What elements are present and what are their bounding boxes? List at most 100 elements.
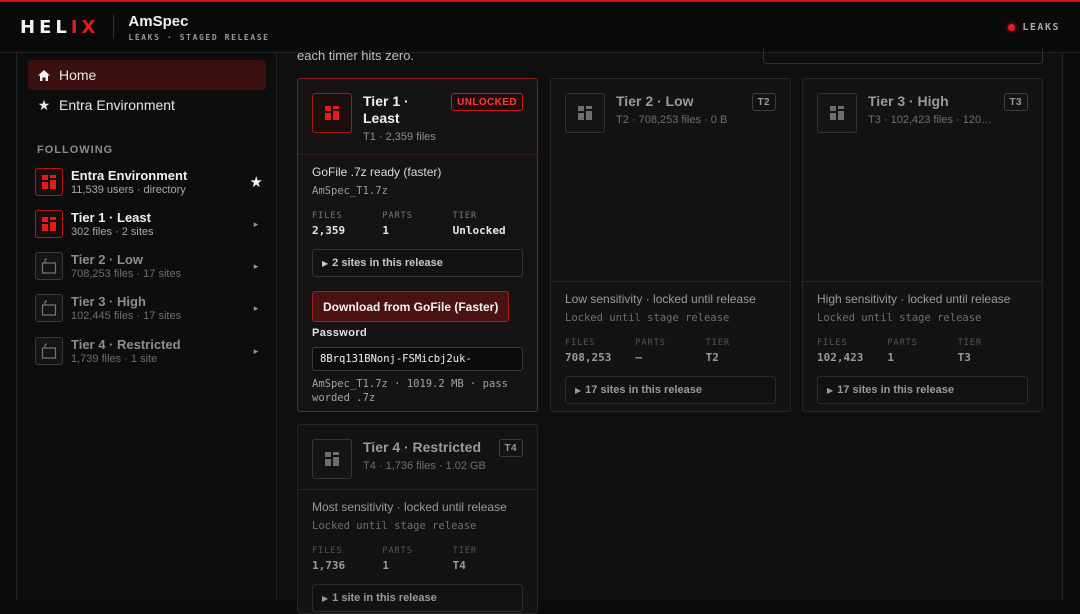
nav-home-label: Home — [59, 67, 97, 83]
password-field[interactable]: 8Brq131BNonj-FSMicbj2uk- — [312, 347, 523, 371]
lock-icon — [35, 337, 63, 365]
stat-label: FILES — [312, 546, 343, 556]
following-name: Tier 1 · Least — [71, 210, 151, 225]
card-stats: FILES 2,359 PARTS 1 TIER Unlocked — [312, 211, 523, 237]
card-description: High sensitivity · locked until release — [817, 292, 1011, 306]
following-sub: 11,539 users · directory — [71, 184, 186, 196]
card-stats: FILES 1,736 PARTS 1 TIER T4 — [312, 546, 523, 572]
status-badge: UNLOCKED — [451, 93, 523, 111]
home-icon — [36, 69, 52, 82]
sidebar: Home ★ Entra Environment FOLLOWING Entra… — [16, 53, 277, 600]
stat-files: 1,736 — [312, 559, 346, 572]
tier-card-4[interactable]: Tier 4 · Restricted T4 · 1,736 files · 1… — [297, 424, 538, 614]
following-name: Tier 2 · Low — [71, 252, 143, 267]
card-header: Tier 3 · High T3 · 102,423 files · 120… … — [803, 79, 1042, 133]
tier-badge: T3 — [1003, 93, 1028, 111]
pinned-star-icon[interactable]: ★ — [250, 173, 263, 191]
tier-badge: T2 — [751, 93, 776, 111]
following-name: Tier 4 · Restricted — [71, 337, 181, 352]
stat-label: FILES — [817, 338, 848, 348]
logo-text-accent: IX — [70, 16, 100, 38]
stat-files: 102,423 — [817, 351, 864, 364]
lock-icon — [35, 294, 63, 322]
grid-icon — [817, 93, 857, 133]
leaks-status[interactable]: LEAKS — [1008, 22, 1060, 33]
archive-note-line: AmSpec_T1.7z · 1019.2 MB · pass — [312, 378, 508, 390]
card-header: Tier 1 · Least T1 · 2,359 files UNLOCKED — [298, 79, 537, 143]
following-sub: 708,253 files · 17 sites — [71, 268, 182, 280]
archive-filename: AmSpec_T1.7z — [312, 185, 388, 197]
sites-toggle[interactable]: ▶ 2 sites in this release — [312, 249, 523, 277]
sites-toggle[interactable]: ▶ 17 sites in this release — [565, 376, 776, 404]
following-item-tier1[interactable]: Tier 1 · Least 302 files · 2 sites ▸ — [35, 206, 263, 242]
stat-parts: — — [635, 351, 642, 364]
tier-card-3[interactable]: Tier 3 · High T3 · 102,423 files · 120… … — [802, 78, 1043, 412]
nav-home[interactable]: Home — [28, 60, 266, 90]
stat-files: 2,359 — [312, 224, 346, 237]
card-body: Low sensitivity · locked until release L… — [551, 281, 790, 404]
download-gofile-button[interactable]: Download from GoFile (Faster) — [312, 291, 510, 322]
stat-label: FILES — [312, 211, 343, 221]
card-body: High sensitivity · locked until release … — [803, 281, 1042, 404]
sites-label: 17 sites in this release — [585, 384, 702, 396]
sites-label: 1 site in this release — [332, 592, 437, 604]
star-icon: ★ — [37, 96, 51, 113]
stat-files: 708,253 — [565, 351, 612, 364]
stat-label: TIER — [705, 338, 731, 348]
chevron-right-icon: ▸ — [253, 218, 259, 229]
stat-parts: 1 — [382, 559, 389, 572]
nav-entra-label: Entra Environment — [59, 97, 175, 113]
main-content: each timer hits zero. Tier 1 · Least T1 ·… — [277, 48, 1063, 614]
logo-text: HEL — [20, 16, 71, 38]
intro-text: each timer hits zero. — [297, 48, 415, 63]
following-name: Entra Environment — [71, 168, 188, 183]
card-subtitle: T3 · 102,423 files · 120… — [868, 114, 993, 126]
tier-card-1[interactable]: Tier 1 · Least T1 · 2,359 files UNLOCKED … — [297, 78, 538, 412]
following-item-entra[interactable]: Entra Environment 11,539 users · director… — [35, 164, 263, 200]
sites-label: 17 sites in this release — [837, 384, 954, 396]
card-header: Tier 4 · Restricted T4 · 1,736 files · 1… — [298, 425, 537, 479]
top-bar: HELIX AmSpec LEAKS · STAGED RELEASE LEAK… — [0, 0, 1080, 53]
sites-toggle[interactable]: ▶ 17 sites in this release — [817, 376, 1028, 404]
following-item-tier3[interactable]: Tier 3 · High 102,445 files · 17 sites ▸ — [35, 290, 263, 326]
search-input[interactable] — [763, 48, 1043, 64]
grid-icon — [565, 93, 605, 133]
card-description: GoFile .7z ready (faster) — [312, 165, 442, 179]
following-item-tier2[interactable]: Tier 2 · Low 708,253 files · 17 sites ▸ — [35, 248, 263, 284]
following-sub: 1,739 files · 1 site — [71, 353, 158, 365]
stat-tier: Unlocked — [452, 224, 506, 237]
lock-status: Locked until stage release — [312, 520, 477, 532]
app-subtitle: LEAKS · STAGED RELEASE — [128, 32, 270, 42]
card-body: Most sensitivity · locked until release … — [298, 489, 537, 612]
stat-label: PARTS — [382, 211, 413, 221]
archive-note-line: worded .7z — [312, 392, 376, 404]
nav-entra-environment[interactable]: ★ Entra Environment — [28, 90, 266, 120]
helix-logo[interactable]: HELIX — [20, 17, 99, 38]
caret-right-icon: ▶ — [322, 593, 329, 603]
card-stats: FILES 102,423 PARTS 1 TIER T3 — [817, 338, 1028, 364]
grid-icon — [35, 210, 63, 238]
card-description: Most sensitivity · locked until release — [312, 500, 507, 514]
chevron-right-icon: ▸ — [253, 345, 259, 356]
stat-label: PARTS — [887, 338, 918, 348]
card-subtitle: T2 · 708,253 files · 0 B — [616, 114, 728, 126]
card-description: Low sensitivity · locked until release — [565, 292, 756, 306]
stat-label: PARTS — [635, 338, 666, 348]
live-dot-icon — [1008, 24, 1016, 31]
tier-card-2[interactable]: Tier 2 · Low T2 · 708,253 files · 0 B T2… — [550, 78, 791, 412]
card-body: GoFile .7z ready (faster) AmSpec_T1.7z F… — [298, 154, 537, 405]
stat-label: TIER — [452, 211, 478, 221]
archive-note: AmSpec_T1.7z · 1019.2 MB · pass worded .7… — [312, 377, 523, 405]
grid-icon — [312, 439, 352, 479]
password-label: Password — [312, 327, 368, 339]
stat-parts: 1 — [382, 224, 389, 237]
following-sub: 302 files · 2 sites — [71, 226, 154, 238]
lock-icon — [35, 252, 63, 280]
card-subtitle: T1 · 2,359 files — [363, 131, 436, 143]
sites-toggle[interactable]: ▶ 1 site in this release — [312, 584, 523, 612]
card-title: Tier 2 · Low — [616, 93, 694, 109]
following-item-tier4[interactable]: Tier 4 · Restricted 1,739 files · 1 site … — [35, 333, 263, 369]
card-title: Tier 3 · High — [868, 93, 949, 109]
tier-badge: T4 — [498, 439, 523, 457]
divider — [113, 15, 115, 39]
